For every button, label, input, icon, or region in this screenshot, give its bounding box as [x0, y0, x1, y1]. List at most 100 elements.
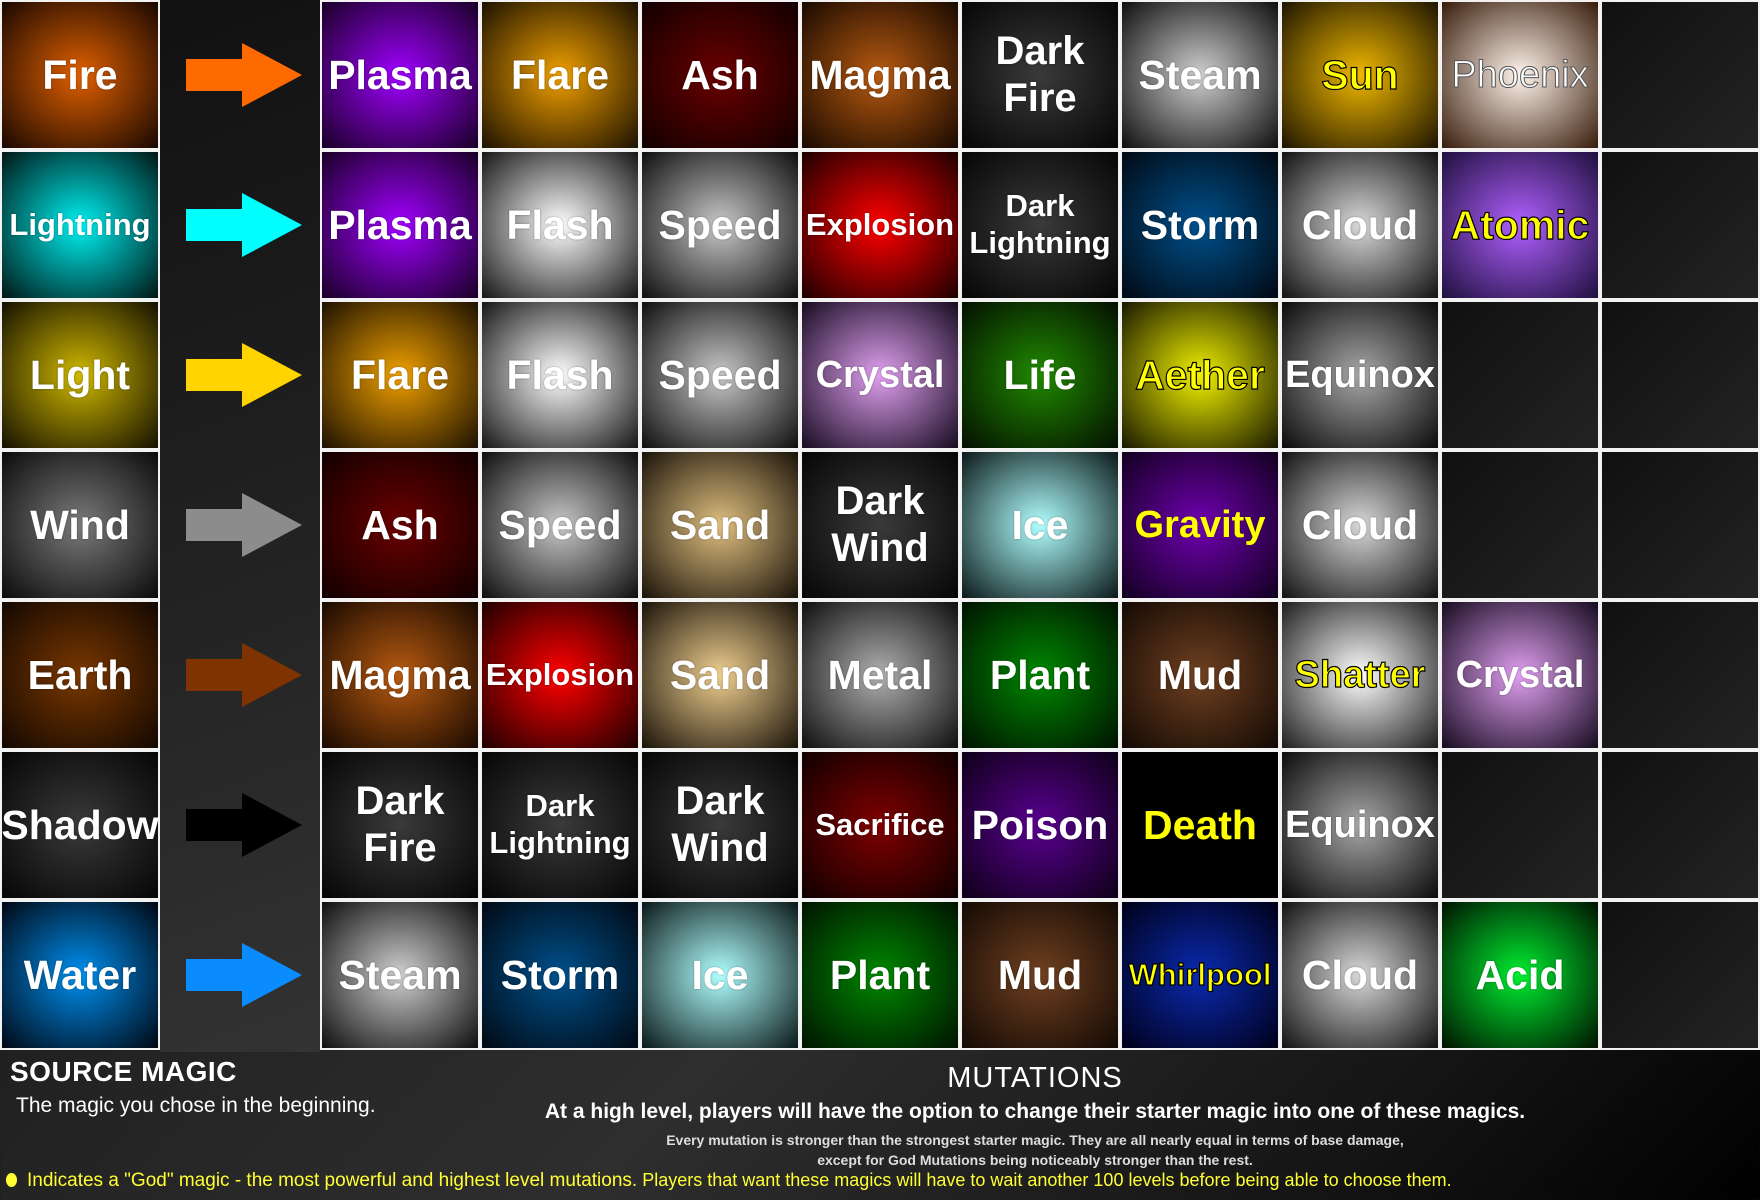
empty-slot	[1600, 750, 1760, 900]
mutation-cloud: Cloud	[1280, 150, 1440, 300]
source-magic-lightning: Lightning	[0, 150, 160, 300]
cell-label: Steam	[338, 951, 462, 998]
cell-label: Acid	[1475, 951, 1565, 998]
cell-label: Cloud	[1301, 951, 1419, 998]
empty-slot	[1440, 750, 1600, 900]
mutation-dark-lightning: Dark Lightning	[480, 750, 640, 900]
god-magic-legend: Indicates a "God" magic - the most power…	[6, 1170, 1452, 1192]
cell-label: Steam	[1138, 51, 1262, 98]
cell-label: Sand	[669, 651, 771, 698]
right-arrow-icon	[186, 193, 302, 257]
source-magic-shadow: Shadow	[0, 750, 160, 900]
right-arrow-icon	[186, 43, 302, 107]
mutation-gravity: Gravity	[1120, 450, 1280, 600]
cell-label: Ice	[691, 951, 749, 998]
cell-label: Poison	[971, 801, 1109, 848]
cell-label: Ice	[1011, 501, 1069, 548]
cell-label: Earth	[27, 651, 133, 698]
cell-label: Cloud	[1301, 201, 1419, 248]
cell-label: Speed	[498, 501, 622, 548]
mutation-metal: Metal	[800, 600, 960, 750]
cell-label: Shatter	[1294, 653, 1426, 696]
cell-label: Light	[29, 351, 131, 398]
cell-label: Explosion	[805, 206, 955, 242]
mutation-sand: Sand	[640, 450, 800, 600]
cell-label: Sand	[669, 501, 771, 548]
mutation-ash: Ash	[320, 450, 480, 600]
mutation-aether: Aether	[1120, 300, 1280, 450]
mutations-title: MUTATIONS	[947, 1062, 1123, 1094]
god-legend-text: Indicates a "God" magic - the most power…	[27, 1170, 638, 1191]
mutation-whirlpool: Whirlpool	[1120, 900, 1280, 1050]
mutation-equinox: Equinox	[1280, 750, 1440, 900]
right-arrow-icon	[186, 793, 302, 857]
cell-label: Dark Lightning	[969, 188, 1111, 260]
mutation-speed: Speed	[640, 150, 800, 300]
mutation-crystal: Crystal	[800, 300, 960, 450]
mutation-atomic: Atomic	[1440, 150, 1600, 300]
empty-slot	[1440, 450, 1600, 600]
cell-label: Dark Wind	[831, 478, 929, 570]
cell-label: Plasma	[328, 51, 472, 98]
cell-label: Sacrifice	[815, 806, 945, 842]
cell-label: Dark Fire	[355, 778, 445, 870]
mutation-magma: Magma	[800, 0, 960, 150]
cell-label: Atomic	[1450, 201, 1590, 248]
mutation-dark-fire: Dark Fire	[320, 750, 480, 900]
source-magic-wind: Wind	[0, 450, 160, 600]
mutation-dark-wind: Dark Wind	[800, 450, 960, 600]
mutations-description: At a high level, players will have the o…	[544, 1100, 1526, 1123]
mutation-speed: Speed	[640, 300, 800, 450]
cell-label: Metal	[827, 651, 933, 698]
cell-label: Life	[1003, 351, 1077, 398]
cell-label: Lightning	[9, 206, 151, 242]
empty-slot	[1440, 300, 1600, 450]
source-magic-fire: Fire	[0, 0, 160, 150]
mutation-dark-fire: Dark Fire	[960, 0, 1120, 150]
empty-slot	[1600, 0, 1760, 150]
mutation-mud: Mud	[1120, 600, 1280, 750]
cell-label: Magma	[329, 651, 471, 698]
mutation-ash: Ash	[640, 0, 800, 150]
mutation-plasma: Plasma	[320, 0, 480, 150]
footer: SOURCE MAGIC The magic you chose in the …	[0, 1052, 1760, 1200]
cell-label: Flare	[511, 51, 609, 98]
mutation-flash: Flash	[480, 300, 640, 450]
right-arrow-icon	[186, 493, 302, 557]
mutation-poison: Poison	[960, 750, 1120, 900]
cell-label: Ash	[361, 501, 439, 548]
mutation-cloud: Cloud	[1280, 900, 1440, 1050]
cell-label: Flare	[351, 351, 449, 398]
god-bullet-icon	[6, 1173, 17, 1187]
mutation-plant: Plant	[960, 600, 1120, 750]
empty-slot	[1600, 600, 1760, 750]
cell-label: Mud	[997, 951, 1083, 998]
cell-label: Gravity	[1134, 503, 1266, 546]
empty-slot	[1600, 450, 1760, 600]
mutation-phoenix: Phoenix	[1440, 0, 1600, 150]
mutation-equinox: Equinox	[1280, 300, 1440, 450]
mutations-note-2: except for God Mutations being noticeabl…	[817, 1152, 1253, 1168]
empty-slot	[1600, 900, 1760, 1050]
cell-label: Shadow	[1, 801, 159, 848]
cell-label: Crystal	[815, 353, 945, 396]
cell-label: Wind	[30, 501, 130, 548]
right-arrow-icon	[186, 643, 302, 707]
source-magic-light: Light	[0, 300, 160, 450]
cell-label: Death	[1143, 801, 1257, 848]
mutation-cloud: Cloud	[1280, 450, 1440, 600]
cell-label: Dark Wind	[671, 778, 769, 870]
mutation-plant: Plant	[800, 900, 960, 1050]
right-arrow-icon	[186, 343, 302, 407]
cell-label: Magma	[809, 51, 951, 98]
cell-label: Storm	[500, 951, 620, 998]
mutation-steam: Steam	[1120, 0, 1280, 150]
mutation-ice: Ice	[640, 900, 800, 1050]
mutation-ice: Ice	[960, 450, 1120, 600]
mutation-storm: Storm	[480, 900, 640, 1050]
cell-label: Fire	[42, 51, 118, 98]
empty-slot	[1600, 300, 1760, 450]
cell-label: Equinox	[1285, 353, 1435, 396]
cell-label: Plant	[989, 651, 1091, 698]
cell-label: Crystal	[1455, 653, 1585, 696]
